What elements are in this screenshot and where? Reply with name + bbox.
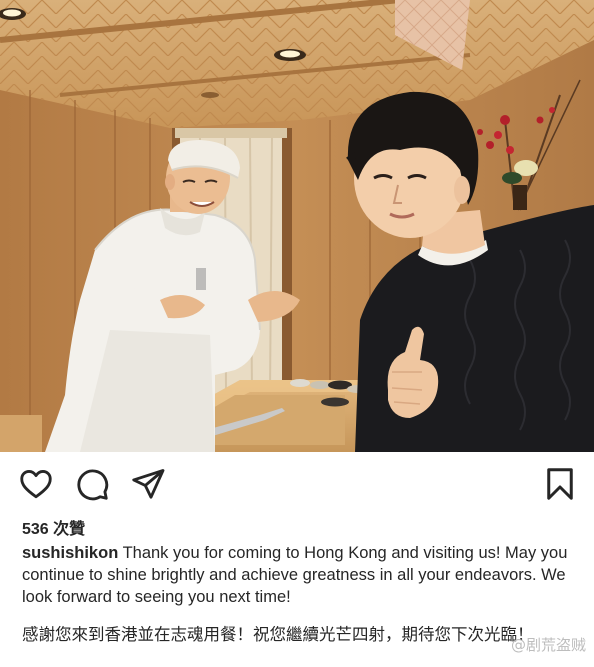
like-count[interactable]: 536 次贊 bbox=[22, 515, 85, 539]
post-caption: sushishikon Thank you for coming to Hong… bbox=[22, 542, 582, 608]
like-button[interactable] bbox=[18, 466, 54, 502]
paper-plane-icon bbox=[132, 469, 165, 499]
save-button[interactable] bbox=[542, 466, 578, 502]
share-button[interactable] bbox=[130, 466, 166, 502]
caption-username[interactable]: sushishikon bbox=[22, 544, 118, 562]
watermark: @剧荒盗贼 bbox=[510, 636, 586, 654]
heart-icon bbox=[20, 469, 52, 499]
post-action-bar bbox=[0, 452, 594, 514]
post-photo[interactable] bbox=[0, 0, 594, 452]
comment-icon bbox=[77, 469, 109, 501]
restaurant-photo-illustration bbox=[0, 0, 594, 452]
caption-text-chinese: 感謝您來到香港並在志魂用餐！祝您繼續光芒四射，期待您下次光臨！ bbox=[22, 626, 534, 644]
bookmark-icon bbox=[547, 468, 573, 500]
comment-button[interactable] bbox=[74, 466, 110, 502]
